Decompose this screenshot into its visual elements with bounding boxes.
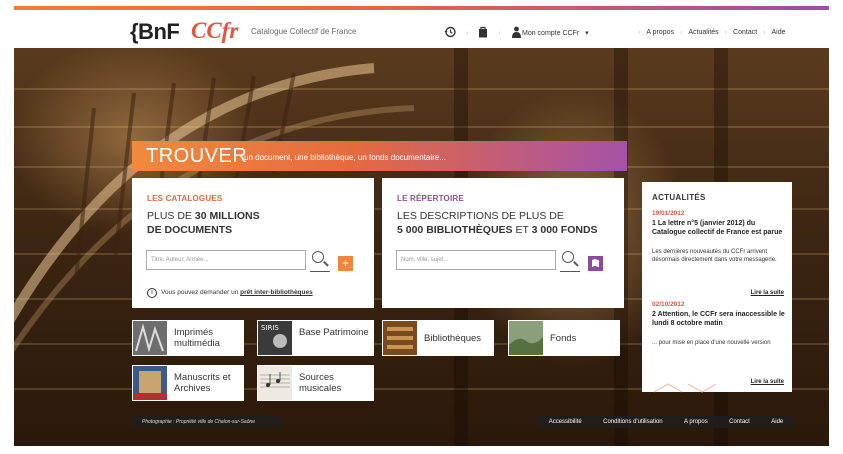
chevron-down-icon: ▾ [585, 30, 589, 37]
manuscrits-thumbnail-icon [133, 366, 167, 400]
repertoire-line2-mid: ET [512, 224, 532, 236]
tile-manuscrits[interactable]: Manuscrits et Archives [132, 365, 244, 401]
tile-sources-musicales[interactable]: Sources musicales [257, 365, 374, 401]
pret-link[interactable]: prêt inter-bibliothèques [240, 289, 313, 296]
search-icon [312, 251, 324, 263]
catalogues-heading: LES CATALOGUES [147, 194, 223, 203]
footer-nav: Accessibilité Conditions d'utilisation A… [538, 416, 794, 428]
map-button[interactable] [588, 256, 603, 271]
catalogues-count: 30 MILLIONS [194, 210, 260, 222]
read-more-link[interactable]: Lire la suite [751, 290, 784, 296]
catalogues-line1-prefix: PLUS DE [147, 210, 195, 222]
repertoire-heading: LE RÉPERTOIRE [397, 194, 464, 203]
map-icon [592, 259, 599, 267]
account-menu[interactable]: Mon compte CCFr ▾ [522, 29, 589, 37]
tile-label: Manuscrits et Archives [174, 372, 231, 394]
repertoire-card: LE RÉPERTOIRE LES DESCRIPTIONS DE PLUS D… [382, 178, 624, 308]
tile-label: Base Patrimoine [299, 327, 369, 338]
photo-credit: Photographie : Propriété ville de Chalon… [132, 416, 282, 428]
pret-prefix: Vous pouvez demander un [161, 289, 241, 296]
trouver-title: TROUVER [146, 145, 248, 167]
news-panel: ACTUALITÉS 19/01/2012 1 La lettre n°5 (j… [642, 182, 792, 394]
bnf-logo[interactable]: {BnF [130, 19, 180, 45]
nav-separator: › [763, 29, 766, 36]
nav-separator: › [679, 29, 683, 36]
info-icon: i [147, 288, 157, 298]
repertoire-fonds-count: 3 000 FONDS [531, 224, 598, 236]
news-date: 19/01/2012 [652, 210, 685, 217]
news-carousel-arrows[interactable] [652, 382, 722, 394]
repertoire-line2: 5 000 BIBLIOTHÈQUES ET 3 000 FONDS [397, 224, 598, 236]
header-separator: › [466, 30, 469, 37]
fonds-thumbnail-icon [509, 321, 543, 355]
history-icon[interactable] [444, 26, 456, 41]
site-header: {BnF CCfr Catalogue Collectif de France … [14, 10, 829, 48]
account-label: Mon compte CCFr [522, 30, 580, 37]
news-body: Les dernières nouveautés du CCFr arriven… [652, 249, 777, 263]
ccfr-logo[interactable]: CCfr [191, 18, 238, 44]
tile-label: Imprimés multimédia [174, 327, 220, 349]
tile-base-patrimoine[interactable]: SIRIS Base Patrimoine [257, 320, 374, 356]
repertoire-libraries-count: 5 000 BIBLIOTHÈQUES [397, 224, 513, 236]
news-headline[interactable]: 1 La lettre n°5 (janvier 2012) du Catalo… [652, 219, 787, 237]
trouver-banner: TROUVER un document, une bibliothèque, u… [132, 141, 627, 171]
chevron-down-icon [687, 383, 717, 393]
header-nav: › A propos › Actualités › Contact › Aide [638, 29, 786, 36]
pret-notice: i Vous pouvez demander un prêt inter-bibl… [147, 288, 313, 298]
imprimes-thumbnail-icon [133, 321, 167, 355]
search-icon [562, 251, 574, 263]
read-more-link[interactable]: Lire la suite [751, 379, 784, 385]
search-underline [560, 271, 580, 272]
footer-accessibilite[interactable]: Accessibilité [549, 419, 582, 425]
bibliotheques-thumbnail-icon [383, 321, 417, 355]
user-icon[interactable] [511, 26, 522, 41]
catalogues-card: LES CATALOGUES PLUS DE 30 MILLIONS DE DO… [132, 178, 374, 308]
trouver-subtitle: un document, une bibliothèque, un fonds … [244, 153, 446, 162]
news-title: ACTUALITÉS [652, 193, 706, 202]
music-score-thumbnail-icon [258, 366, 292, 400]
search-underline [310, 271, 330, 272]
basket-icon[interactable] [478, 26, 488, 41]
svg-text:SIRIS: SIRIS [261, 324, 279, 332]
chevron-up-icon [653, 383, 683, 393]
tile-label: Bibliothèques [424, 333, 482, 344]
site-tagline: Catalogue Collectif de France [251, 27, 357, 36]
news-date: 02/10/2012 [652, 301, 685, 308]
header-icons: › › › [444, 26, 534, 41]
page: {BnF CCfr Catalogue Collectif de France … [14, 6, 829, 446]
footer-conditions[interactable]: Conditions d'utilisation [603, 419, 663, 425]
tile-fonds[interactable]: Fonds [508, 320, 620, 356]
add-criteria-button[interactable]: + [338, 256, 353, 271]
tile-imprimes[interactable]: Imprimés multimédia [132, 320, 244, 356]
tile-label: Fonds [550, 333, 577, 344]
catalogues-line2: DE DOCUMENTS [147, 224, 232, 236]
footer-contact[interactable]: Contact [729, 419, 750, 425]
patrimoine-thumbnail-icon: SIRIS [258, 321, 292, 355]
news-body: ... pour mise en place d'une nouvelle ve… [652, 340, 771, 346]
tile-label: Sources musicales [299, 372, 342, 394]
nav-actualites[interactable]: Actualités [688, 29, 718, 36]
news-headline[interactable]: 2 Attention, le CCFr sera inaccessible l… [652, 310, 787, 328]
catalogues-line1: PLUS DE 30 MILLIONS [147, 210, 260, 222]
nav-contact[interactable]: Contact [733, 29, 757, 36]
nav-a-propos[interactable]: A propos [646, 29, 674, 36]
nav-aide[interactable]: Aide [772, 29, 786, 36]
footer-aide[interactable]: Aide [771, 419, 783, 425]
nav-separator: › [724, 29, 728, 36]
header-separator: › [498, 30, 501, 37]
repertoire-search-input[interactable]: Nom, ville, sujet... [396, 250, 556, 270]
footer-a-propos[interactable]: A propos [684, 419, 708, 425]
tile-bibliotheques[interactable]: Bibliothèques [382, 320, 494, 356]
catalogues-documents: DE DOCUMENTS [147, 224, 233, 236]
repertoire-line1: LES DESCRIPTIONS DE PLUS DE [397, 210, 564, 222]
catalogues-search-input[interactable]: Titre, Auteur, Année... [146, 250, 306, 270]
search-icon-handle [573, 261, 579, 267]
search-icon-handle [323, 261, 329, 267]
nav-separator: › [638, 29, 641, 36]
